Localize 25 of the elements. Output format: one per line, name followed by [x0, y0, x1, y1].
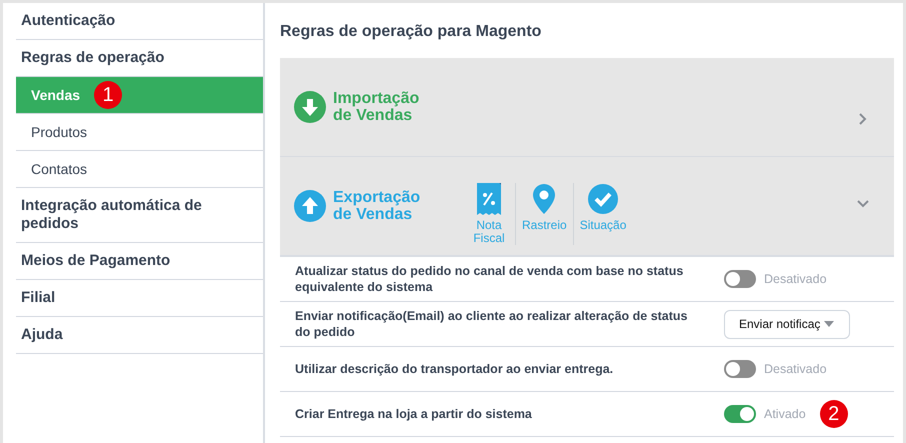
number-badge: 1 [94, 81, 122, 109]
sidebar-item[interactable]: Ajuda [16, 317, 263, 354]
toggle-switch[interactable] [724, 360, 756, 378]
toggle-switch[interactable] [724, 405, 756, 423]
upload-icon [294, 190, 326, 222]
sidebar-item[interactable]: Produtos [16, 114, 263, 151]
setting-label: Enviar notificação(Email) ao cliente ao realizar alteração de status do pedido [295, 308, 689, 340]
sidebar-item[interactable]: Contatos [16, 151, 263, 188]
download-icon [294, 91, 326, 123]
setting-label: Utilizar descrição do transportador ao enviar entrega. [295, 361, 614, 377]
dropdown[interactable]: Enviar notificaç [724, 310, 850, 338]
sidebar-item[interactable]: Meios de Pagamento [16, 243, 263, 280]
setting-label: Criar Entrega na loja a partir do sistema [295, 406, 533, 422]
status-label: Desativado [764, 272, 827, 286]
setting-label: Atualizar status do pedido no canal de venda com base no status equivalente do sistema [295, 263, 684, 295]
sidebar-item[interactable]: Filial [16, 280, 263, 317]
number-badge: 2 [820, 400, 848, 428]
caret-icon [824, 321, 834, 327]
checkmark-icon [587, 183, 620, 215]
status-label: Desativado [764, 362, 827, 376]
sidebar-item[interactable]: Autenticação [16, 3, 263, 40]
toggle-switch[interactable] [724, 270, 756, 288]
page-title: Regras de operação para Magento [280, 22, 542, 42]
status-label: Ativado [764, 407, 806, 421]
sidebar-item[interactable]: Integração automática de pedidos [16, 188, 263, 243]
